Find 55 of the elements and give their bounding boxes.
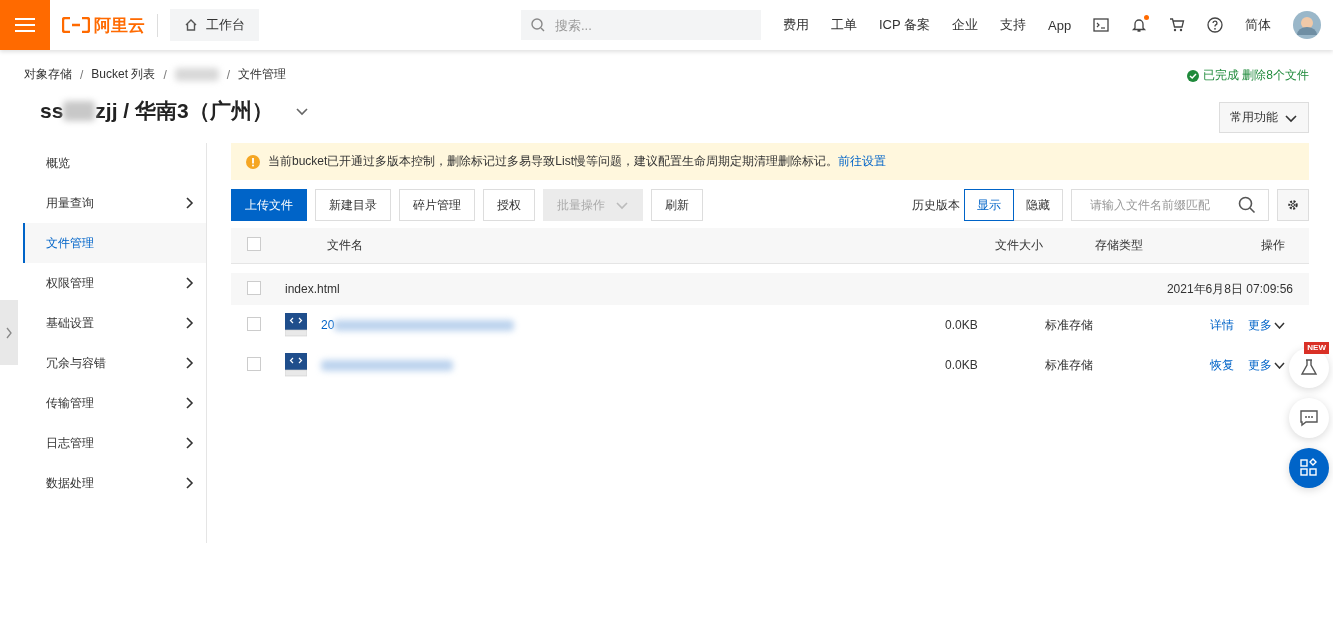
column-header: 文件名 xyxy=(327,237,363,254)
warning-text: 当前bucket已开通过多版本控制，删除标记过多易导致List慢等问题，建议配置生命周期定期清理删除标记。前往设置 xyxy=(268,153,887,170)
task-status[interactable]: 已完成 删除8个文件 xyxy=(1203,67,1309,84)
more-link[interactable]: 更多 xyxy=(1248,316,1285,334)
toolbar-button[interactable]: 新建目录 xyxy=(315,189,391,221)
toolbar-button[interactable]: 碎片管理 xyxy=(399,189,475,221)
action-link[interactable]: 恢复 xyxy=(1210,356,1234,374)
breadcrumb-link[interactable]: 对象存储 xyxy=(24,66,72,83)
table-cell: 标准存储 xyxy=(1045,317,1093,332)
breadcrumb-separator: / xyxy=(80,67,84,82)
breadcrumb-separator: / xyxy=(226,67,231,82)
more-link[interactable]: 更多 xyxy=(1248,356,1285,374)
workbench-button[interactable]: 工作台 xyxy=(170,9,259,41)
column-header: 存储类型 xyxy=(1095,238,1143,252)
action-link[interactable]: 详情 xyxy=(1210,316,1234,334)
sidebar-item[interactable]: 文件管理 xyxy=(23,223,206,263)
nav-link[interactable]: App xyxy=(1048,17,1072,33)
search-field[interactable]: 搜索... xyxy=(553,16,743,34)
common-functions-button[interactable]: 常用功能 xyxy=(1219,102,1309,133)
sidebar-item[interactable]: 传输管理 xyxy=(23,383,206,423)
new-badge: NEW xyxy=(1304,342,1329,354)
toggle-option[interactable]: 隐藏 xyxy=(1013,189,1063,221)
sidebar-item[interactable]: 基础设置 xyxy=(23,303,206,343)
settings-link[interactable]: 前往设置 xyxy=(838,154,887,168)
nav-link[interactable]: 费用 xyxy=(783,16,809,34)
sidebar-item[interactable]: 权限管理 xyxy=(23,263,206,303)
toggle-option[interactable]: 显示 xyxy=(964,189,1014,221)
sidebar-item[interactable]: 用量查询 xyxy=(23,183,206,223)
toolbar-button[interactable]: 授权 xyxy=(483,189,535,221)
breadcrumb-link[interactable]: Bucket 列表 xyxy=(91,66,156,83)
sidebar-item[interactable]: 冗余与容错 xyxy=(23,343,206,383)
toolbar-button[interactable]: 上传文件 xyxy=(231,189,307,221)
sidebar-item[interactable]: 数据处理 xyxy=(23,463,206,503)
table-cell-text: 2021年6月8日 07:09:56 xyxy=(1166,280,1294,298)
nav-link[interactable]: ICP 备案 xyxy=(879,16,931,34)
table-cell: 0.0KB xyxy=(945,318,978,332)
nav-link[interactable]: 支持 xyxy=(1000,16,1027,34)
nav-link[interactable]: 企业 xyxy=(952,16,979,34)
column-header: 操作 xyxy=(1261,237,1285,254)
table-cell: index.html xyxy=(285,282,340,296)
toolbar-button[interactable]: 刷新 xyxy=(651,189,703,221)
bucket-title: zjj / 华南3（广州） xyxy=(95,98,273,124)
file-search-field[interactable]: 请输入文件名前缀匹配 xyxy=(1071,189,1269,221)
table-cell: 标准存储 xyxy=(1045,357,1093,372)
sidebar-item[interactable]: 概览 xyxy=(23,143,206,183)
sidebar-item[interactable]: 日志管理 xyxy=(23,423,206,463)
bucket-title: ss xyxy=(40,99,64,123)
column-header: 文件大小 xyxy=(995,238,1043,252)
table-cell: 0.0KB xyxy=(945,358,978,372)
language-link[interactable]: 简体 xyxy=(1245,16,1272,34)
nav-link[interactable]: 工单 xyxy=(831,16,857,34)
file-name-link[interactable]: 20 xyxy=(321,318,335,332)
search-field[interactable]: 搜索... xyxy=(521,10,761,40)
history-label: 历史版本 xyxy=(912,196,960,214)
breadcrumb-separator: / xyxy=(163,67,167,82)
